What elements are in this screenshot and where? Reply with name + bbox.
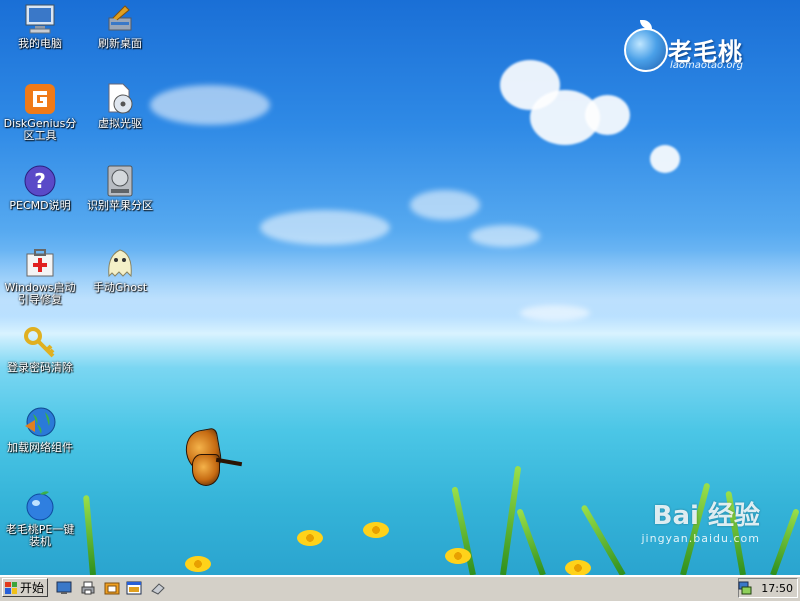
desktop-icon-label: 识别苹果分区 [87,199,153,212]
watermark-sub: jingyan.baidu.com [641,532,760,545]
apple-logo-icon [23,488,57,522]
desktop-icon-boot-repair[interactable]: Windows启动引导修复 [0,246,80,306]
desktop-icon-apple-partition[interactable]: 识别苹果分区 [80,164,160,212]
flower [185,556,211,572]
ghost-icon [103,246,137,280]
start-button[interactable]: 开始 [2,578,48,597]
start-label: 开始 [20,581,45,595]
cloud [470,225,540,247]
desktop-icon-refresh-desktop[interactable]: 刷新桌面 [80,2,160,50]
baidu-watermark: Bai 经验 jingyan.baidu.com [641,495,760,545]
diskgenius-icon [23,82,57,116]
grass-blade [516,508,546,575]
watermark-main: Bai 经验 [652,501,760,531]
cloud [260,210,390,245]
desktop-icon-manual-ghost[interactable]: 手动Ghost [80,246,160,294]
globe-icon [23,406,57,440]
desktop-icon-virtual-cd[interactable]: 虚拟光驱 [80,82,160,130]
desktop-icon-my-computer[interactable]: 我的电脑 [0,2,80,50]
computer-icon [23,2,57,36]
brand-logo: 老毛桃 laomaotao.org [624,20,774,76]
desktop-icon-label: 刷新桌面 [98,37,142,50]
flower [565,560,591,575]
desktop-icon-label: PECMD说明 [9,199,71,212]
grass-blade [770,508,800,575]
eraser-icon[interactable] [150,580,166,596]
windows-logo-icon [5,581,17,594]
virtual-cd-icon [103,82,137,116]
printer-icon[interactable] [80,580,96,596]
desktop-icon-label: 手动Ghost [92,281,148,294]
desktop-wallpaper[interactable]: 老毛桃 laomaotao.org Bai 经验 jingyan.baidu.c… [0,0,800,575]
flower [445,548,471,564]
taskbar: 开始 17:50 [0,575,800,601]
flower [363,522,389,538]
cloud [520,305,590,321]
desktop-icon-label: Windows启动引导修复 [4,281,76,306]
desktop-icon-password-clear[interactable]: 登录密码清除 [0,326,80,374]
svg-text:?: ? [34,169,46,193]
flower [297,530,323,546]
grass-blade [500,465,522,575]
refresh-desktop-icon [103,2,137,36]
folder-icon[interactable] [104,580,120,596]
key-icon [23,326,57,360]
apple-logo-icon [624,28,668,72]
desktop-icon-diskgenius[interactable]: DiskGenius分区工具 [0,82,80,142]
cloud [650,145,680,173]
cloud [150,85,270,125]
network-icon[interactable] [738,581,752,595]
desktop-icon-label: 老毛桃PE一键装机 [5,523,75,548]
desktop-icon-label: 登录密码清除 [7,361,73,374]
desktop-icon-label: 虚拟光驱 [98,117,142,130]
clock[interactable]: 17:50 [761,582,793,595]
cloud [585,95,630,135]
brand-url: laomaotao.org [670,60,743,71]
desktop-icon-label: 加载网络组件 [7,441,73,454]
desktop-icon-label: DiskGenius分区工具 [3,117,77,142]
desktop-icon-network[interactable]: 加载网络组件 [0,406,80,454]
window-icon[interactable] [126,580,142,596]
hard-drive-icon [103,164,137,198]
desktop-icon-label: 我的电脑 [18,37,62,50]
help-icon: ? [23,164,57,198]
desktop-icon[interactable] [56,580,72,596]
cloud [410,190,480,220]
grass-blade [83,495,96,575]
desktop-icon-pecmd-help[interactable]: ? PECMD说明 [0,164,80,212]
butterfly-image [176,427,246,494]
first-aid-icon [23,246,57,280]
desktop-icon-one-click-install[interactable]: 老毛桃PE一键装机 [0,488,80,548]
